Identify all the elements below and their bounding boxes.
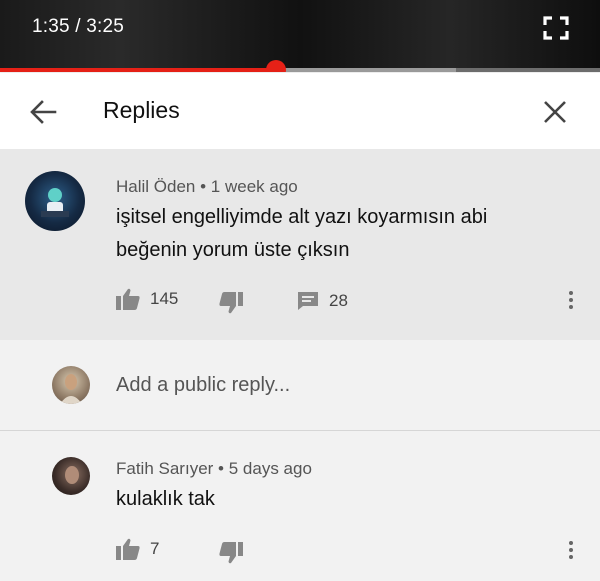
meta-separator: •: [218, 459, 224, 478]
avatar[interactable]: [25, 171, 85, 231]
page-title: Replies: [103, 97, 180, 123]
comment-author[interactable]: Fatih Sarıyer: [116, 459, 213, 478]
progress-bar[interactable]: [0, 68, 600, 72]
comment-age: 1 week ago: [210, 177, 298, 196]
comment-text-line: işitsel engelliyimde alt yazı koyarmısın…: [116, 206, 488, 228]
back-arrow-icon[interactable]: [28, 97, 58, 127]
thumbs-down-icon: [219, 292, 243, 314]
thumbs-up-icon: [116, 538, 140, 560]
like-button[interactable]: 7: [116, 538, 159, 560]
progress-played: [0, 68, 276, 72]
comment-text-line: beğenin yorum üste çıksın: [116, 239, 350, 261]
dislike-button[interactable]: [219, 542, 243, 564]
like-count: 145: [150, 289, 179, 308]
comment-author[interactable]: Halil Öden: [116, 177, 195, 196]
avatar[interactable]: [52, 457, 90, 495]
thumbs-down-icon: [219, 542, 243, 564]
like-count: 7: [150, 539, 160, 558]
more-options-icon[interactable]: [566, 291, 576, 313]
replies-button[interactable]: 28: [297, 291, 348, 311]
reply-count: 28: [329, 291, 348, 310]
parent-comment: Halil Öden • 1 week ago işitsel engelliy…: [0, 149, 600, 340]
comment-age: 5 days ago: [228, 459, 312, 478]
more-options-icon[interactable]: [566, 541, 576, 563]
comment-meta: Fatih Sarıyer • 5 days ago: [116, 459, 312, 479]
replies-header: Replies: [0, 73, 600, 149]
meta-separator: •: [200, 177, 207, 196]
dislike-button[interactable]: [219, 292, 243, 314]
comment-icon: [298, 292, 318, 310]
comment-text: kulaklık tak: [116, 488, 215, 510]
thumbs-up-icon: [116, 288, 140, 310]
reply-input-row: [0, 340, 600, 431]
comment-meta: Halil Öden • 1 week ago: [116, 177, 298, 197]
reply-comment: Fatih Sarıyer • 5 days ago kulaklık tak …: [0, 431, 600, 581]
comment-text: işitsel engelliyimde alt yazı koyarmısın…: [116, 201, 487, 267]
like-button[interactable]: 145: [116, 288, 178, 310]
progress-scrubber[interactable]: [266, 60, 286, 72]
video-time: 1:35 / 3:25: [32, 16, 124, 37]
close-icon[interactable]: [541, 98, 569, 126]
video-player[interactable]: 1:35 / 3:25: [0, 0, 600, 72]
avatar: [52, 366, 90, 404]
fullscreen-icon[interactable]: [543, 16, 569, 40]
reply-input[interactable]: [116, 370, 566, 400]
